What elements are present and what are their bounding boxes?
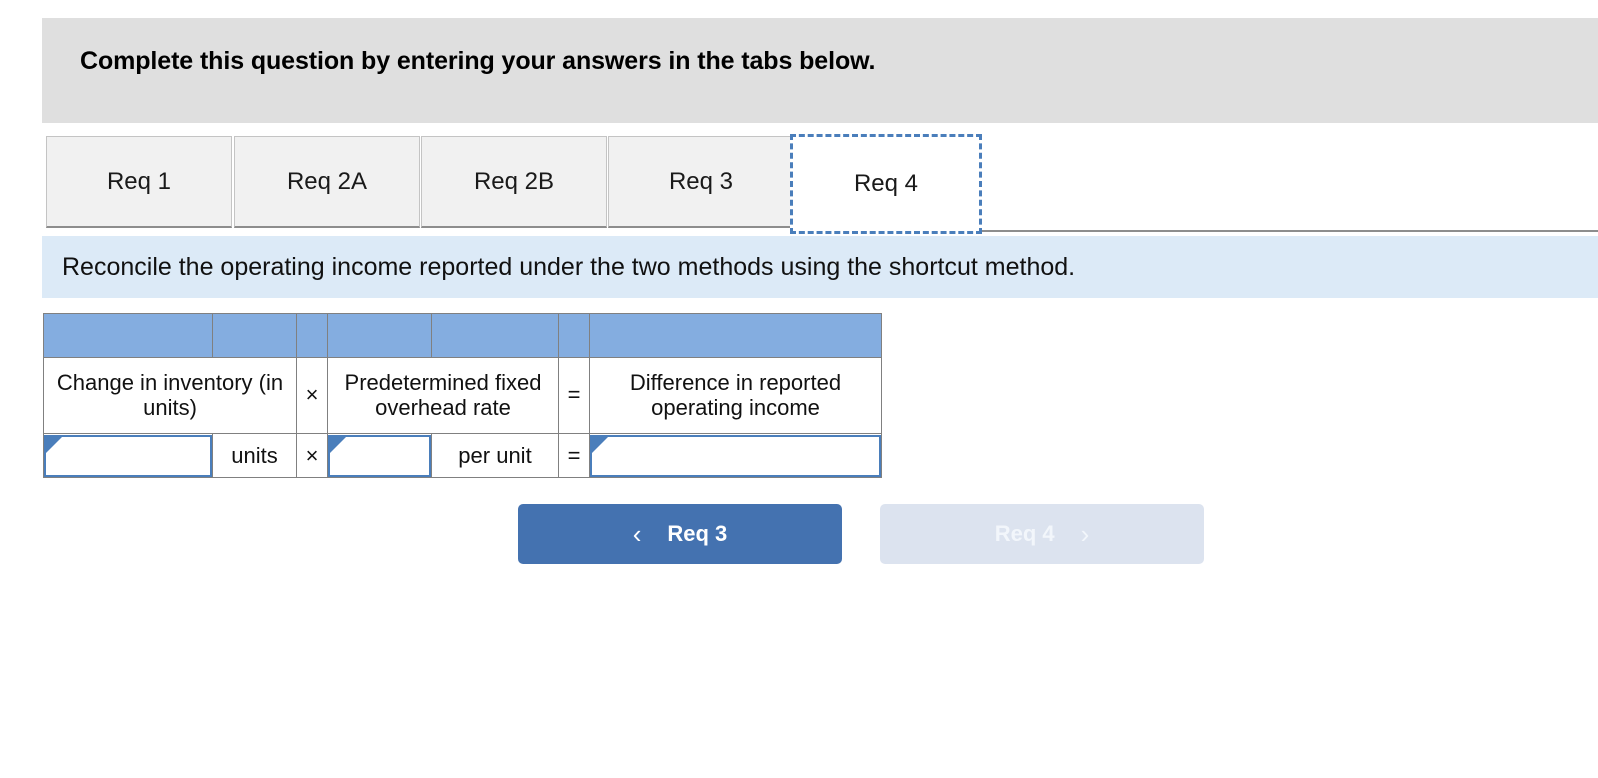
tab-label: Req 4	[853, 170, 919, 197]
page-title: Complete this question by entering your …	[80, 47, 876, 75]
table-header-row: Change in inventory (in units) × Predete…	[43, 357, 882, 434]
tab-strip-underline	[982, 230, 1598, 232]
band-cell-difference	[589, 313, 882, 358]
operator-multiply-icon: ×	[296, 433, 328, 478]
predetermined-rate-cell	[327, 433, 432, 478]
band-cell-equals	[558, 313, 590, 358]
column-header-difference-income: Difference in reported operating income	[589, 357, 882, 434]
operator-equals-icon: =	[558, 433, 590, 478]
table-input-row: units × per unit =	[43, 433, 882, 478]
predetermined-rate-input[interactable]	[328, 434, 431, 477]
tab-req-1[interactable]: Req 1	[46, 136, 232, 228]
band-cell-inventory-unit	[212, 313, 297, 358]
prev-requirement-button[interactable]: ‹ Req 3	[518, 504, 842, 564]
band-cell-rate-unit	[431, 313, 559, 358]
band-cell-multiply	[296, 313, 328, 358]
tab-label: Req 2B	[473, 167, 555, 195]
change-in-inventory-unit-label: units	[212, 433, 297, 478]
next-requirement-label: Req 4	[994, 521, 1055, 546]
difference-income-input[interactable]	[590, 434, 881, 477]
tab-label: Req 1	[106, 167, 172, 195]
chevron-left-icon: ‹	[632, 519, 642, 549]
requirement-tabs: Req 1 Req 2A Req 2B Req 3 Req 4	[42, 134, 1598, 236]
change-in-inventory-cell	[43, 433, 213, 478]
prev-requirement-label: Req 3	[667, 521, 728, 546]
navigation-buttons: ‹ Req 3 Req 4 ›	[518, 504, 1204, 564]
tab-req-3[interactable]: Req 3	[608, 136, 794, 228]
question-header-banner: Complete this question by entering your …	[42, 18, 1598, 123]
tab-label: Req 3	[668, 167, 734, 195]
band-cell-inventory-input	[43, 313, 213, 358]
instruction-text: Reconcile the operating income reported …	[62, 252, 1076, 281]
difference-income-cell	[589, 433, 882, 478]
predetermined-rate-unit-label: per unit	[431, 433, 559, 478]
tab-req-2a[interactable]: Req 2A	[234, 136, 420, 228]
column-header-change-in-inventory: Change in inventory (in units)	[43, 357, 297, 434]
table-band-row	[43, 313, 882, 358]
change-in-inventory-input[interactable]	[44, 434, 212, 477]
tab-req-4[interactable]: Req 4	[790, 134, 982, 234]
band-cell-rate-input	[327, 313, 432, 358]
next-requirement-button[interactable]: Req 4 ›	[880, 504, 1204, 564]
tab-label: Req 2A	[286, 167, 368, 195]
reconciliation-table: Change in inventory (in units) × Predete…	[43, 313, 882, 478]
instruction-bar: Reconcile the operating income reported …	[42, 236, 1598, 298]
tab-req-2b[interactable]: Req 2B	[421, 136, 607, 228]
chevron-right-icon: ›	[1080, 519, 1090, 549]
operator-multiply-header-icon: ×	[296, 357, 328, 434]
operator-equals-header-icon: =	[558, 357, 590, 434]
column-header-predetermined-rate: Predetermined fixed overhead rate	[327, 357, 559, 434]
